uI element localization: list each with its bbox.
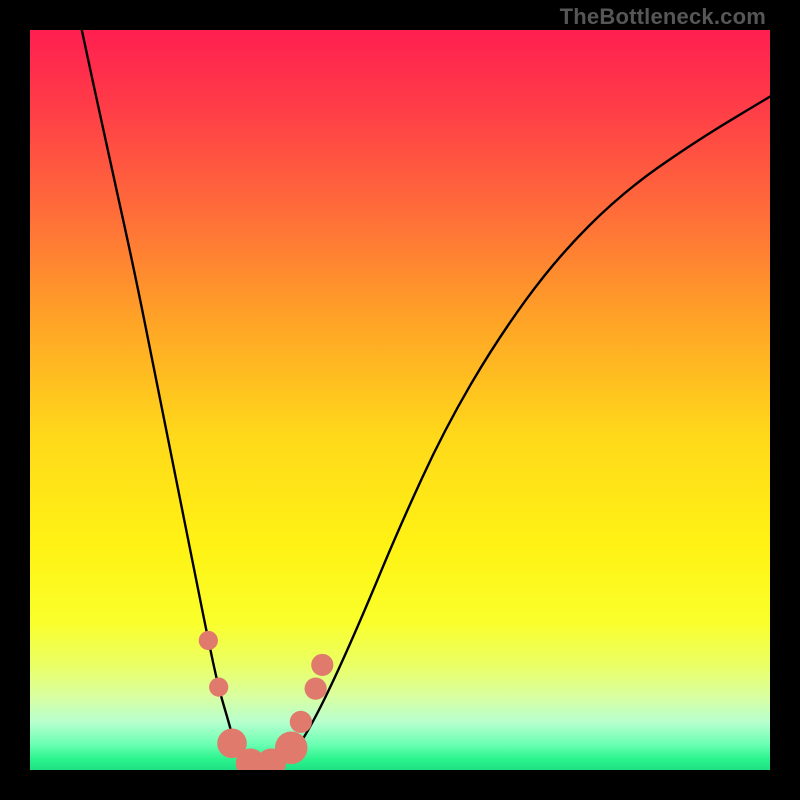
data-markers xyxy=(199,631,334,770)
plot-area xyxy=(30,30,770,770)
data-marker xyxy=(275,732,308,765)
data-marker xyxy=(305,678,327,700)
data-marker xyxy=(311,654,333,676)
curve-layer xyxy=(30,30,770,770)
data-marker xyxy=(209,678,228,697)
watermark-text: TheBottleneck.com xyxy=(560,4,766,30)
data-marker xyxy=(199,631,218,650)
chart-frame: TheBottleneck.com xyxy=(0,0,800,800)
bottleneck-curve xyxy=(82,30,770,770)
data-marker xyxy=(290,711,312,733)
